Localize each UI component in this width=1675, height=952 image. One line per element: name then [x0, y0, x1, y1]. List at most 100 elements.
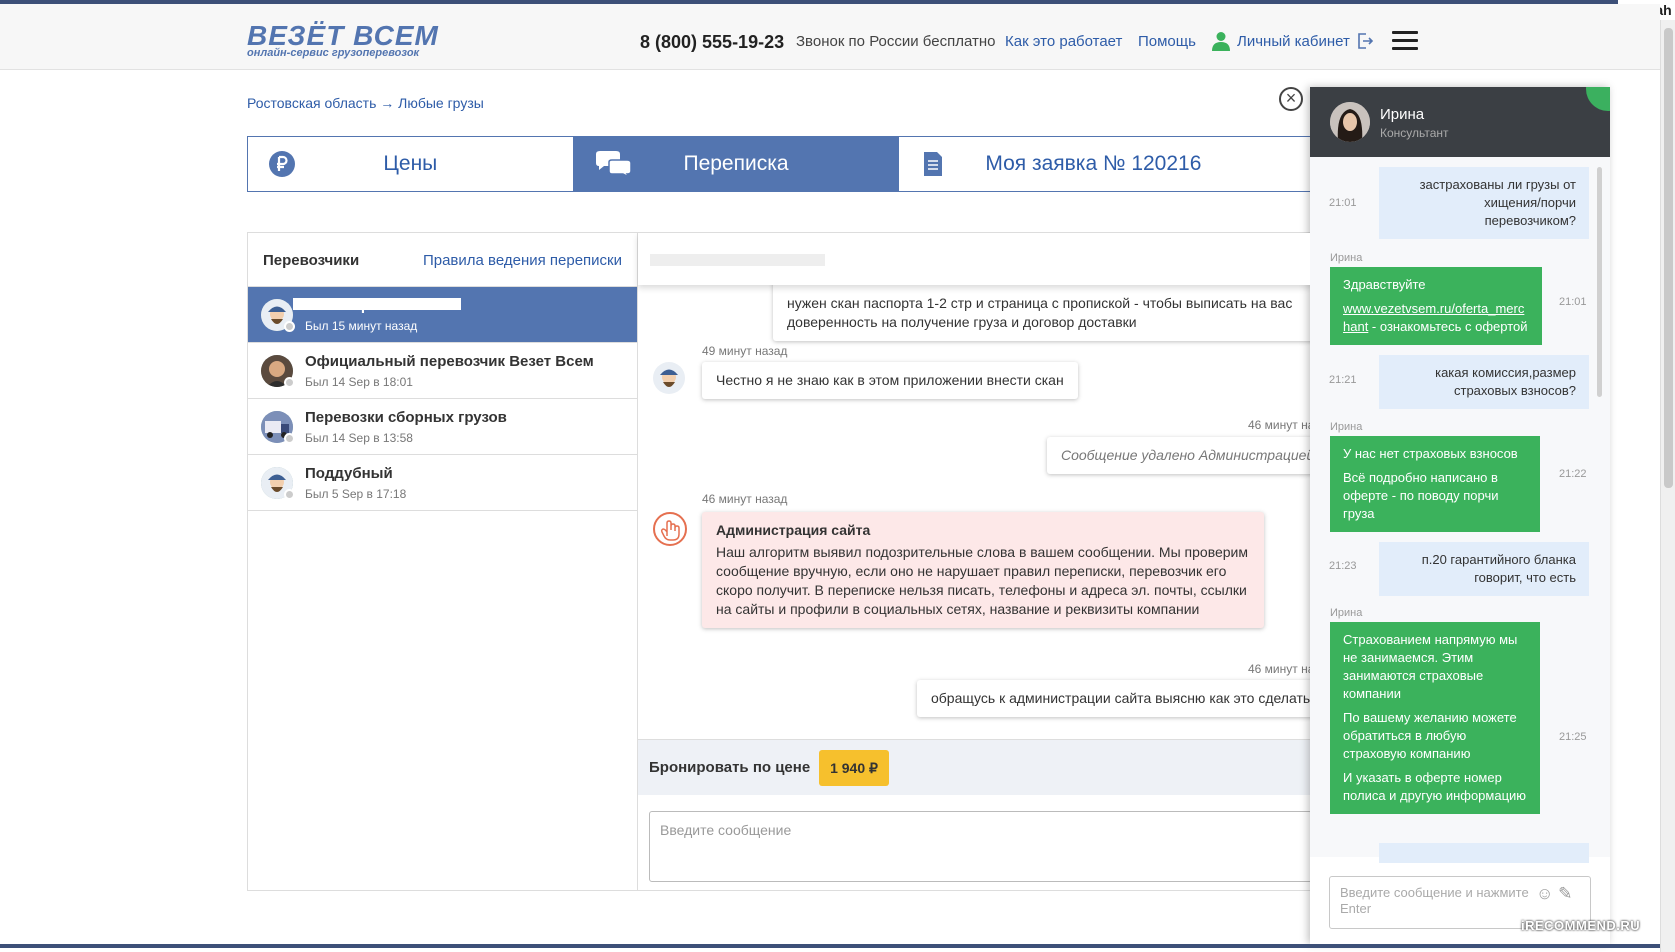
- online-status-dot: [284, 321, 295, 332]
- message-time: 46 минут назад: [702, 492, 788, 506]
- widget-scrollbar[interactable]: [1597, 167, 1602, 397]
- deleted-message: Сообщение удалено Администрацией: [1047, 437, 1311, 474]
- message-input[interactable]: Введите сообщение: [649, 811, 1310, 882]
- redaction-bar: [293, 298, 461, 310]
- operator-name: Ирина: [1330, 607, 1363, 619]
- message-time: 21:21: [1329, 374, 1357, 386]
- operator-message: Страхованием напрямую мы не занимаемся. …: [1330, 622, 1540, 814]
- widget-messages: 21:01 застрахованы ли грузы от хищения/п…: [1310, 157, 1610, 863]
- message-text: п.20 гарантийного бланка говорит, что ес…: [1421, 552, 1576, 585]
- tab-bar: Цены Переписка Моя заявка № 120216: [247, 136, 1311, 192]
- operator-name: Ирина: [1330, 421, 1363, 433]
- watermark: iRECOMMEND.RU: [1521, 918, 1641, 933]
- phone-number[interactable]: 8 (800) 555-19-23: [640, 32, 784, 53]
- logo-title: ВЕЗЁТ ВСЕМ: [247, 20, 439, 51]
- booking-label: Бронировать по цене: [649, 759, 811, 776]
- user-message: [1379, 843, 1589, 863]
- user-icon[interactable]: [1212, 31, 1230, 51]
- consultant-name: Ирина: [1380, 106, 1425, 123]
- message-text: нужен скан паспорта 1-2 стр и страница с…: [787, 295, 1293, 330]
- carrier-status: Был 5 Sep в 17:18: [305, 487, 407, 501]
- carriers-sidebar: Перевозчики Правила ведения переписки Ил…: [248, 233, 638, 890]
- carrier-item[interactable]: Официальный перевозчик Везет Всем Был 14…: [248, 343, 637, 399]
- conversation-panel: Перевозчики Правила ведения переписки Ил…: [247, 232, 1311, 891]
- message-text: Сообщение удалено Администрацией: [1061, 447, 1311, 463]
- message-text: застрахованы ли грузы от хищения/порчи п…: [1419, 177, 1576, 228]
- carrier-name: Официальный перевозчик Везет Всем: [305, 353, 594, 370]
- hand-icon: [653, 512, 687, 546]
- message-time: 21:22: [1559, 468, 1587, 480]
- chat-rules-link[interactable]: Правила ведения переписки: [423, 252, 622, 269]
- page-scrollbar[interactable]: [1660, 20, 1675, 952]
- tab-prices-label: Цены: [383, 152, 438, 175]
- logout-icon[interactable]: [1356, 32, 1374, 50]
- tab-chat[interactable]: Переписка: [573, 137, 900, 191]
- carrier-item[interactable]: Ильсияр Ф... Был 15 минут назад: [248, 287, 637, 343]
- logo[interactable]: ВЕЗЁТ ВСЕМ онлайн-сервис грузоперевозок: [247, 20, 439, 60]
- personal-cabinet-link[interactable]: Личный кабинет: [1237, 33, 1350, 50]
- menu-icon[interactable]: [1392, 31, 1418, 51]
- close-icon[interactable]: ×: [1279, 87, 1303, 111]
- attach-icon[interactable]: ✎: [1558, 884, 1572, 903]
- carrier-item[interactable]: Поддубный Был 5 Sep в 17:18: [248, 455, 637, 511]
- message-text: Честно я не знаю как в этом приложении в…: [716, 372, 1064, 388]
- bottom-border: [0, 944, 1660, 948]
- message-time: 46 минут назад: [1248, 662, 1310, 676]
- message-text: Всё подробно написано в оферте - по пово…: [1343, 470, 1499, 521]
- chat-header: [638, 233, 1310, 285]
- message-text: И указать в оферте номер полиса и другую…: [1343, 770, 1527, 803]
- carrier-item[interactable]: Перевозки сборных грузов Был 14 Sep в 13…: [248, 399, 637, 455]
- message-text: Здравствуйте: [1343, 277, 1426, 292]
- scrollbar-thumb[interactable]: [1664, 28, 1673, 488]
- document-icon: [924, 152, 943, 176]
- message-time: 21:01: [1559, 296, 1587, 308]
- online-status-dot: [284, 433, 295, 444]
- carrier-name: Поддубный: [305, 465, 393, 482]
- chat-area: нужен скан паспорта 1-2 стр и страница с…: [638, 233, 1311, 890]
- phone-note: Звонок по России бесплатно: [796, 33, 996, 50]
- user-message: какая комиссия,размер страховых взносов?: [1379, 355, 1589, 409]
- operator-name: Ирина: [1330, 252, 1363, 264]
- tab-chat-label: Переписка: [683, 152, 789, 175]
- ruble-icon: [269, 151, 295, 177]
- logo-subtitle: онлайн-сервис грузоперевозок: [247, 47, 420, 59]
- message-time: 21:23: [1329, 560, 1357, 572]
- support-chat-widget: Ирина Консультант 21:01 застрахованы ли …: [1310, 87, 1610, 944]
- message-text: - ознакомьтесь с офертой: [1368, 319, 1528, 334]
- book-price-button[interactable]: 1 940 ₽: [819, 750, 889, 786]
- tab-order[interactable]: Моя заявка № 120216: [899, 137, 1310, 191]
- message-text: Наш алгоритм выявил подозрительные слова…: [716, 544, 1248, 617]
- message-bubble: обращусь к администрации сайта выясню ка…: [917, 680, 1311, 717]
- consultant-role: Консультант: [1380, 126, 1449, 140]
- consultant-avatar: [1330, 102, 1370, 142]
- widget-header: Ирина Консультант: [1310, 87, 1610, 157]
- online-status-dot: [284, 377, 295, 388]
- chat-bubbles-icon: [595, 151, 632, 178]
- emoji-icon[interactable]: ☺: [1536, 884, 1553, 903]
- message-text: Страхованием напрямую мы не занимаемся. …: [1343, 632, 1518, 701]
- operator-message: У нас нет страховых взносов Всё подробно…: [1330, 436, 1540, 532]
- tab-order-label: Моя заявка № 120216: [985, 152, 1202, 175]
- message-time: 21:01: [1329, 197, 1357, 209]
- booking-bar: Бронировать по цене 1 940 ₽: [638, 739, 1310, 795]
- message-time: 21:25: [1559, 731, 1587, 743]
- breadcrumb[interactable]: Ростовская область → Любые грузы: [247, 95, 484, 111]
- site-header: ВЕЗЁТ ВСЕМ онлайн-сервис грузоперевозок …: [0, 4, 1660, 70]
- carriers-header: Перевозчики Правила ведения переписки: [248, 233, 637, 287]
- message-bubble: Честно я не знаю как в этом приложении в…: [702, 362, 1078, 399]
- help-link[interactable]: Помощь: [1138, 33, 1196, 50]
- message-time: 46 минут назад: [1248, 418, 1310, 432]
- operator-message: Здравствуйте www.vezetvsem.ru/oferta_mer…: [1330, 267, 1542, 345]
- admin-message: Администрация сайта Наш алгоритм выявил …: [702, 512, 1264, 628]
- tab-prices[interactable]: Цены: [248, 137, 574, 191]
- online-status-dot: [284, 489, 295, 500]
- carrier-status: Был 14 Sep в 13:58: [305, 431, 413, 445]
- message-text: обращусь к администрации сайта выясню ка…: [931, 690, 1311, 706]
- message-text: У нас нет страховых взносов: [1343, 446, 1518, 461]
- redaction-bar: [650, 254, 825, 266]
- carriers-title: Перевозчики: [263, 252, 360, 269]
- message-time: 49 минут назад: [702, 344, 788, 358]
- widget-input-icons: ☺ ✎: [1536, 884, 1572, 904]
- message-text: какая комиссия,размер страховых взносов?: [1435, 365, 1576, 398]
- how-it-works-link[interactable]: Как это работает: [1005, 33, 1122, 50]
